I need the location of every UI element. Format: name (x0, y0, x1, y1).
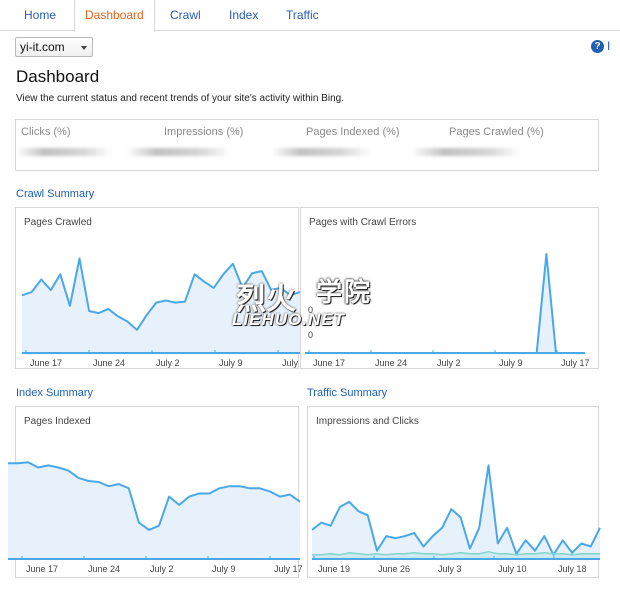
x-tick-label: July 9 (499, 358, 523, 368)
crawl-summary-link[interactable]: Crawl Summary (16, 188, 94, 200)
series-0-area (8, 462, 300, 559)
x-tick-label: July 2 (156, 358, 180, 368)
metric-pages-indexed-label: Pages Indexed (%) (306, 126, 400, 138)
y-tick-label: 0 (308, 330, 313, 340)
impressions-clicks-panel: Impressions and Clicks June 19 June 26 Jul… (307, 406, 601, 578)
pages-crawled-chart: June 17 June 24 July 2 July 9 July 17 (21, 257, 311, 368)
metric-impressions-value-blurred (126, 148, 231, 156)
metric-clicks-label: Clicks (%) (21, 126, 71, 138)
help-tail-text: I (607, 39, 611, 53)
crawl-errors-chart: June 17 June 24 July 2 July 9 July 17 0 0 (305, 253, 590, 368)
x-tick-label: July 9 (219, 358, 243, 368)
traffic-summary-link[interactable]: Traffic Summary (307, 387, 387, 399)
x-tick-label: June 24 (93, 358, 125, 368)
x-tick-label: June 17 (30, 358, 62, 368)
series-0-area (305, 254, 585, 353)
metric-pages-indexed-value-blurred (271, 148, 371, 156)
pages-indexed-chart: June 17 June 24 July 2 July 9 July 17 (8, 461, 303, 574)
x-tick-label: July 17 (274, 564, 303, 574)
tab-dashboard[interactable]: Dashboard (74, 0, 155, 32)
metric-impressions-label: Impressions (%) (164, 126, 244, 138)
site-select[interactable]: yi-it.com (15, 37, 93, 57)
pages-crawled-panel: Pages Crawled June 17 June 24 July 2 July 9… (15, 207, 311, 369)
x-tick-label: June 24 (88, 564, 120, 574)
tab-traffic[interactable]: Traffic (276, 0, 329, 31)
help-icon[interactable]: ? (591, 40, 604, 53)
x-tick-label: June 17 (313, 358, 345, 368)
metric-clicks-value-blurred (16, 148, 111, 156)
x-tick-label: July 10 (498, 564, 527, 574)
x-tick-label: June 17 (26, 564, 58, 574)
page-description: View the current status and recent trend… (16, 93, 344, 104)
site-select-value: yi-it.com (20, 40, 65, 54)
pages-indexed-panel: Pages Indexed June 17 June 24 July 2 July 9… (8, 406, 303, 578)
x-tick-label: June 26 (378, 564, 410, 574)
tab-home[interactable]: Home (14, 0, 66, 31)
x-tick-label: June 24 (375, 358, 407, 368)
tab-crawl[interactable]: Crawl (160, 0, 211, 31)
metric-pages-crawled-label: Pages Crawled (%) (449, 126, 544, 138)
metric-pages-crawled-value-blurred (411, 148, 521, 156)
x-tick-label: July 17 (561, 358, 590, 368)
x-tick-label: July 9 (212, 564, 236, 574)
x-tick-label: July 3 (438, 564, 462, 574)
crawl-errors-panel: Pages with Crawl Errors June 17 June 24 Ju… (300, 207, 599, 369)
index-summary-link[interactable]: Index Summary (16, 387, 93, 399)
x-tick-label: June 19 (318, 564, 350, 574)
chevron-down-icon (81, 46, 87, 50)
y-tick-label: 0 (308, 305, 313, 315)
x-tick-label: July 2 (150, 564, 174, 574)
top-navigation: Home Dashboard Crawl Index Traffic (0, 0, 620, 32)
tab-index[interactable]: Index (219, 0, 268, 31)
page-title: Dashboard (16, 67, 100, 86)
x-tick-label: July 18 (558, 564, 587, 574)
metrics-panel: Clicks (%) Impressions (%) Pages Indexed… (15, 119, 599, 171)
impressions-clicks-chart: June 19 June 26 July 3 July 10 July 18 (311, 464, 601, 574)
x-tick-label: July 2 (437, 358, 461, 368)
